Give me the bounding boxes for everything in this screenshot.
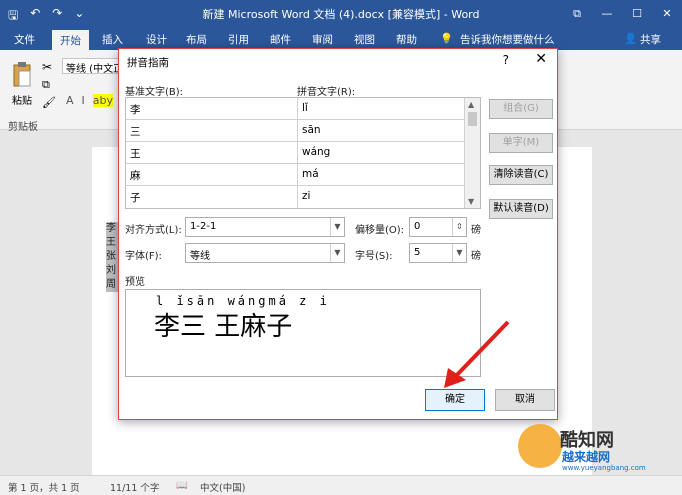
title-bar: 🖫 ↶ ↷ ⌄ 新建 Microsoft Word 文档 (4).docx [兼…: [0, 0, 682, 28]
single-char-button[interactable]: 单字(M): [489, 133, 553, 153]
paste-icon[interactable]: [12, 62, 32, 88]
ribbon-display-button[interactable]: ⧉: [562, 0, 592, 28]
tab-file[interactable]: 文件: [14, 32, 35, 47]
tab-design[interactable]: 设计: [146, 32, 167, 47]
clipboard-group: 粘贴 ✂ ⧉ 🖌 剪贴板: [6, 56, 62, 133]
watermark-circle-icon: [518, 424, 562, 468]
grid-row: 李 lǐ: [126, 98, 466, 120]
alignment-value: 1-2-1: [190, 221, 217, 232]
preview-box: l ǐsān wángmá z i 李三 王麻子: [125, 289, 481, 377]
base-text-cell[interactable]: 麻: [126, 164, 298, 186]
minimize-button[interactable]: —: [592, 0, 622, 28]
size-label: 字号(S):: [355, 251, 393, 262]
grid-row: 三 sān: [126, 120, 466, 142]
combine-button[interactable]: 组合(G): [489, 99, 553, 119]
font-select[interactable]: 等线 ▼: [185, 243, 345, 263]
watermark-logo: 酷知网 越来越网 www.yueyangbang.com: [512, 420, 682, 476]
close-dialog-button[interactable]: ✕: [535, 51, 547, 67]
size-select[interactable]: 5 ▼: [409, 243, 467, 263]
font-name-box[interactable]: 等线 (中文正: [62, 58, 120, 74]
status-bar: 第 1 页，共 1 页 11/11 个字 📖 中文(中国): [0, 475, 682, 495]
tab-references[interactable]: 引用: [228, 32, 249, 47]
language-status[interactable]: 中文(中国): [200, 480, 245, 494]
tab-help[interactable]: 帮助: [396, 32, 417, 47]
watermark-name2: 越来越网: [562, 450, 611, 464]
offset-value: 0: [414, 221, 421, 232]
chevron-down-icon[interactable]: ▼: [330, 244, 344, 262]
offset-label: 偏移量(O):: [355, 225, 405, 236]
size-unit: 磅: [471, 251, 481, 262]
tab-home[interactable]: 开始: [52, 30, 89, 50]
cut-icon[interactable]: ✂: [42, 60, 52, 74]
share-button[interactable]: 共享: [640, 32, 661, 47]
tab-mailings[interactable]: 邮件: [270, 32, 291, 47]
close-window-button[interactable]: ✕: [652, 0, 682, 28]
phonetic-grid: 李 lǐ 三 sān 王 wáng 麻 má 子 zi ▲ ▼: [125, 97, 481, 209]
font-size-grow-button[interactable]: A: [66, 94, 74, 107]
base-text-label: 基准文字(B):: [125, 87, 184, 98]
grid-row: 麻 má: [126, 164, 466, 186]
pinyin-text-label: 拼音文字(R):: [297, 87, 356, 98]
pinyin-text-cell[interactable]: lǐ: [298, 98, 466, 120]
pinyin-text-cell[interactable]: wáng: [298, 142, 466, 164]
tab-insert[interactable]: 插入: [102, 32, 123, 47]
person-icon: 👤: [624, 33, 638, 45]
phonetic-guide-dialog: 拼音指南 ? ✕ 基准文字(B): 拼音文字(R): 李 lǐ 三 sān 王 …: [118, 48, 558, 420]
word-count[interactable]: 11/11 个字: [110, 480, 159, 494]
base-text-cell[interactable]: 三: [126, 120, 298, 142]
spinner-icon[interactable]: ⇕: [452, 218, 466, 236]
lightbulb-icon: 💡: [440, 33, 454, 45]
tab-review[interactable]: 审阅: [312, 32, 333, 47]
copy-icon[interactable]: ⧉: [42, 78, 50, 92]
pinyin-text-cell[interactable]: má: [298, 164, 466, 186]
alignment-label: 对齐方式(L):: [125, 225, 182, 236]
offset-unit: 磅: [471, 225, 481, 236]
grid-row: 子 zi: [126, 186, 466, 208]
tab-view[interactable]: 视图: [354, 32, 375, 47]
dialog-title: 拼音指南: [127, 57, 169, 69]
highlight-button[interactable]: aby: [92, 94, 114, 107]
cancel-button[interactable]: 取消: [495, 389, 555, 411]
scroll-up-icon[interactable]: ▲: [468, 100, 474, 109]
help-button[interactable]: ?: [503, 53, 509, 67]
base-text-cell[interactable]: 子: [126, 186, 298, 208]
grid-row: 王 wáng: [126, 142, 466, 164]
watermark-url: www.yueyangbang.com: [562, 464, 646, 472]
window-controls: ⧉ — ☐ ✕: [562, 0, 682, 28]
preview-label: 预览: [125, 277, 145, 288]
base-text-cell[interactable]: 王: [126, 142, 298, 164]
font-label: 字体(F):: [125, 251, 162, 262]
tell-me-search[interactable]: 告诉我你想要做什么: [460, 32, 555, 47]
grid-scrollbar[interactable]: ▲ ▼: [464, 98, 480, 208]
chevron-down-icon[interactable]: ▼: [452, 244, 466, 262]
ribbon-tabs: 文件 开始 插入 设计 布局 引用 邮件 审阅 视图 帮助 💡 告诉我你想要做什…: [0, 28, 682, 50]
base-text-cell[interactable]: 李: [126, 98, 298, 120]
size-value: 5: [414, 247, 421, 258]
font-value: 等线: [190, 251, 210, 262]
alignment-select[interactable]: 1-2-1 ▼: [185, 217, 345, 237]
pinyin-text-cell[interactable]: sān: [298, 120, 466, 142]
scroll-thumb[interactable]: [468, 112, 477, 126]
format-painter-icon[interactable]: 🖌: [42, 96, 56, 109]
default-reading-button[interactable]: 默认读音(D): [489, 199, 553, 219]
pinyin-text-cell[interactable]: zi: [298, 186, 466, 208]
tab-layout[interactable]: 布局: [186, 32, 207, 47]
maximize-button[interactable]: ☐: [622, 0, 652, 28]
proofing-icon[interactable]: 📖: [176, 480, 188, 491]
italic-button[interactable]: I: [82, 94, 85, 107]
offset-spinner[interactable]: 0 ⇕: [409, 217, 467, 237]
ok-button[interactable]: 确定: [425, 389, 485, 411]
chevron-down-icon[interactable]: ▼: [330, 218, 344, 236]
clear-reading-button[interactable]: 清除读音(C): [489, 165, 553, 185]
scroll-down-icon[interactable]: ▼: [468, 197, 474, 206]
paste-label: 粘贴: [12, 96, 32, 107]
preview-hanzi: 李三 王麻子: [154, 312, 293, 342]
page-count[interactable]: 第 1 页，共 1 页: [8, 480, 80, 494]
